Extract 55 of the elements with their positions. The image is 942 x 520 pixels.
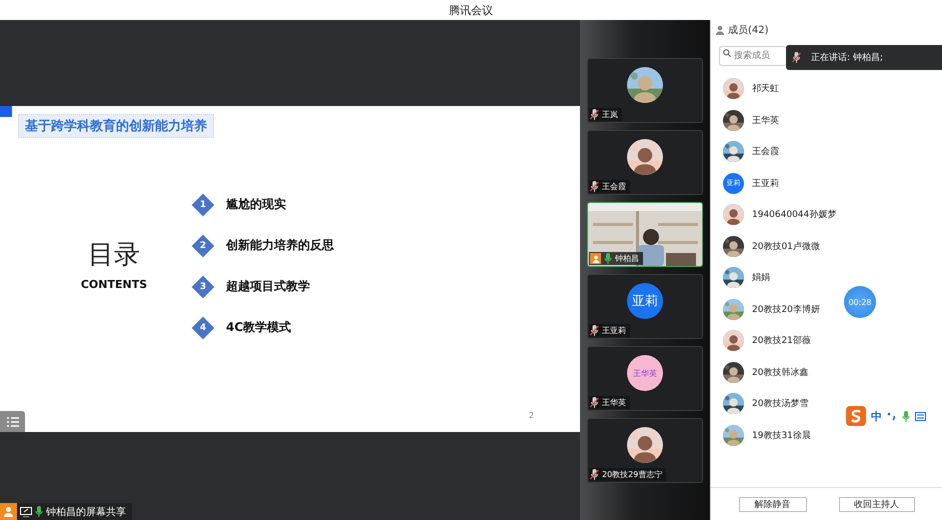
screen-share-icon (20, 506, 32, 516)
slide-heading: 目录 (88, 239, 140, 272)
logo-icon (846, 406, 866, 426)
participant-name: 钟柏昌 (615, 253, 639, 264)
member-name[interactable]: 19教技31徐晨 (752, 428, 811, 442)
member-name[interactable]: 娟娟 (752, 271, 770, 284)
punctuation-icon (887, 411, 897, 421)
muted-microphone-icon (792, 52, 801, 63)
member-name[interactable]: 1940640044孙媛梦 (752, 208, 836, 222)
video-tile[interactable]: 王岚 (587, 58, 703, 123)
panel-button[interactable]: 收回主持人 (838, 496, 914, 512)
person-icon (715, 25, 725, 35)
participant-name: 王亚莉 (602, 325, 626, 336)
person-icon (590, 253, 601, 264)
panel-title: 成员(42) (728, 24, 769, 37)
contents-item: 超越项目式教学 (226, 278, 310, 295)
slide-subheading: CONTENTS (80, 278, 148, 291)
video-tile[interactable]: 20教技29曹志宁 (587, 418, 703, 483)
search-icon (723, 49, 731, 57)
video-tile[interactable]: 王华英 王华英 (587, 346, 703, 411)
person-icon (0, 503, 17, 520)
member-name[interactable]: 20教技韩冰鑫 (752, 366, 808, 379)
video-tile[interactable]: 王会霞 (587, 130, 703, 195)
participant-name: 20教技29曹志宁 (602, 469, 662, 480)
member-name[interactable]: 20教技01卢微微 (752, 240, 820, 253)
contents-item: 创新能力培养的反思 (226, 237, 334, 254)
slide-marker (0, 106, 12, 117)
participant-name: 王岚 (602, 109, 618, 120)
page-number: 2 (528, 411, 534, 420)
window-title: 腾讯会议 (449, 2, 493, 18)
menu-icon (6, 416, 18, 426)
slide-title: 基于跨学科教育的创新能力培养 (18, 114, 214, 138)
contents-item: 4C教学模式 (226, 319, 292, 336)
microphone-icon (35, 506, 43, 517)
share-label: 钟柏昌的屏幕共享 (0, 503, 132, 520)
member-name[interactable]: 王会霞 (752, 145, 779, 158)
participant-name: 王会霞 (602, 181, 626, 192)
search-field[interactable]: 搜索成员 (719, 46, 787, 66)
panel-button[interactable]: 解除静音 (738, 496, 806, 512)
microphone-icon (902, 410, 910, 422)
video-tile[interactable]: 钟柏昌 (587, 202, 703, 267)
member-name[interactable]: 20教技21邵薇 (752, 334, 811, 348)
video-tile[interactable]: 亚莉 王亚莉 (587, 274, 703, 339)
member-name[interactable]: 祁天虹 (752, 82, 779, 96)
participant-name: 王华英 (602, 397, 626, 408)
contents-item: 尴尬的现实 (226, 196, 286, 213)
member-name[interactable]: 20教技20李博妍 (752, 302, 820, 316)
avatar: 王华英 (627, 355, 663, 391)
keyboard-icon (915, 412, 926, 420)
member-name[interactable]: 王亚莉 (752, 176, 779, 190)
menu-button[interactable] (0, 411, 25, 432)
member-name[interactable]: 王华英 (752, 114, 779, 127)
speaking-toast: 正在讲话: 钟柏昌; (786, 45, 942, 70)
avatar: 亚莉 (627, 283, 663, 319)
member-name[interactable]: 20教技汤梦雪 (752, 397, 808, 410)
